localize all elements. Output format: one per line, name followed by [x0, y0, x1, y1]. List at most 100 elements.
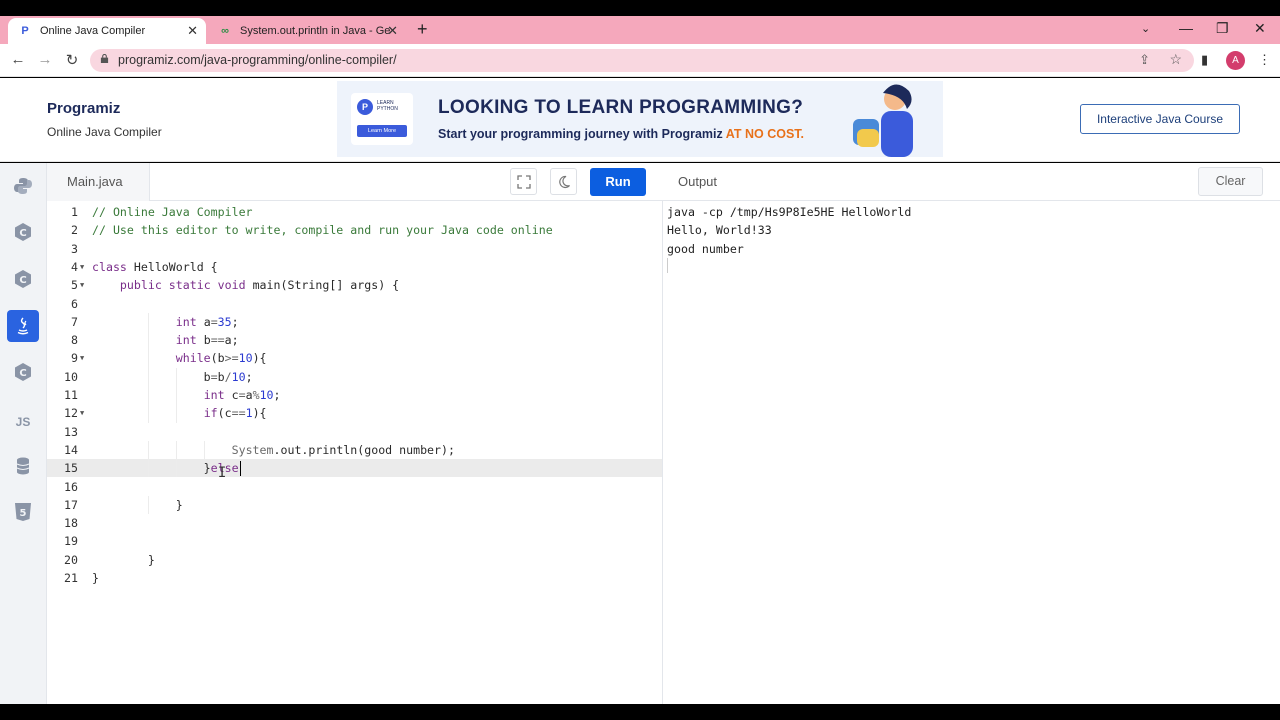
line-number: 19	[64, 534, 78, 549]
output-line: java -cp /tmp/Hs9P8Ie5HE HelloWorld	[667, 205, 912, 219]
code-line[interactable]: 3	[47, 240, 662, 258]
js-icon[interactable]: JS	[7, 406, 39, 438]
tab-title: Online Java Compiler	[40, 25, 146, 37]
code-line[interactable]: 19	[47, 532, 662, 550]
output-line: Hello, World!33	[667, 223, 772, 238]
banner-highlight: AT NO COST.	[725, 127, 805, 141]
output-line: good number	[667, 241, 744, 256]
code-line[interactable]: 15 }else	[47, 459, 662, 478]
code-line[interactable]: 1 // Online Java Compiler	[47, 203, 662, 221]
code-line[interactable]: 2 // Use this editor to write, compile an…	[47, 221, 662, 239]
code-line[interactable]: 10 b=b/10;	[47, 367, 662, 386]
fold-arrow-icon[interactable]: ▼	[80, 276, 84, 294]
new-tab-icon[interactable]: +	[417, 19, 428, 40]
csharp-icon[interactable]: C	[7, 356, 39, 388]
code-line[interactable]: 17 }	[47, 495, 662, 515]
code-text: // Online Java Compiler	[92, 205, 253, 219]
banner-card-line2: PYTHON	[377, 106, 398, 112]
menu-icon[interactable]: ⋮	[1258, 52, 1271, 68]
code-line[interactable]: 6	[47, 295, 662, 313]
share-icon[interactable]: ⇪	[1139, 52, 1150, 68]
back-icon[interactable]: ←	[9, 51, 27, 68]
output-title: Output	[678, 174, 718, 189]
code-line[interactable]: 7 int a=35;	[47, 312, 662, 332]
reload-icon[interactable]: ↻	[63, 51, 81, 69]
line-number: 4	[71, 259, 78, 274]
java-icon[interactable]	[7, 310, 39, 342]
cpp-icon[interactable]: C	[7, 263, 39, 295]
code-text: while(b>=10){	[175, 351, 267, 366]
moon-icon	[558, 175, 570, 188]
code-text: if(c==1){	[203, 406, 267, 421]
address-bar[interactable]: programiz.com/java-programming/online-co…	[90, 49, 1194, 72]
programiz-logo[interactable]: Programiz	[47, 100, 120, 117]
fold-arrow-icon[interactable]: ▼	[80, 404, 84, 422]
text-caret	[239, 461, 241, 477]
output-panel: java -cp /tmp/Hs9P8Ie5HE HelloWorld Hello…	[663, 201, 1280, 704]
avatar[interactable]: A	[1226, 51, 1245, 70]
tab-title: System.out.println in Java - Geek	[240, 25, 390, 37]
fullscreen-button[interactable]	[510, 168, 537, 195]
line-number: 14	[64, 442, 78, 457]
code-text: class HelloWorld {	[92, 259, 218, 274]
code-line[interactable]: 14 System.out.println(good number);	[47, 440, 662, 460]
code-line[interactable]: 16	[47, 478, 662, 496]
code-text: // Use this editor to write, compile and…	[92, 223, 553, 238]
forward-icon[interactable]: →	[36, 51, 54, 68]
side-panel-icon[interactable]: ▮	[1201, 52, 1208, 68]
code-line[interactable]: 12 ▼ if(c==1){	[47, 404, 662, 423]
line-number: 9	[71, 351, 78, 366]
line-number: 16	[64, 479, 78, 494]
code-line[interactable]: 21}	[47, 569, 662, 587]
code-line[interactable]: 13	[47, 423, 662, 441]
site-header: Programiz Online Java Compiler P LEARN PY…	[0, 78, 1280, 162]
code-line[interactable]: 18	[47, 514, 662, 532]
code-line[interactable]: 8 int b==a;	[47, 331, 662, 350]
minimize-icon[interactable]: —	[1179, 20, 1193, 36]
run-button[interactable]: Run	[590, 168, 646, 196]
code-line[interactable]: 20 }	[47, 551, 662, 569]
code-text: b=b/10;	[92, 369, 253, 384]
output-cursor	[667, 258, 668, 273]
browser-tab[interactable]: ∞ System.out.println in Java - Geek ✕	[208, 18, 406, 44]
python-icon[interactable]	[7, 170, 39, 202]
sql-icon[interactable]	[7, 450, 39, 482]
clear-button[interactable]: Clear	[1198, 167, 1263, 196]
code-line[interactable]: 5 ▼ public static void main(String[] args…	[47, 276, 662, 294]
output-header: Output Clear	[663, 163, 1280, 201]
ad-banner[interactable]: P LEARN PYTHON Learn More LOOKING TO LEAR…	[337, 81, 943, 157]
dark-mode-button[interactable]	[550, 168, 577, 195]
close-tab-icon[interactable]: ✕	[387, 23, 398, 39]
line-number: 18	[64, 516, 78, 531]
html5-icon[interactable]: 5	[7, 496, 39, 528]
banner-card-text: LEARN PYTHON	[377, 100, 398, 112]
fold-arrow-icon[interactable]: ▼	[80, 349, 84, 367]
learn-more-button: Learn More	[357, 125, 407, 137]
line-number: 21	[64, 571, 78, 585]
code-editor[interactable]: 1 // Online Java Compiler 2 // Use this edi…	[47, 201, 663, 704]
browser-toolbar: ← → ↻ programiz.com/java-programming/onl…	[0, 44, 1280, 77]
c-icon[interactable]: C	[7, 216, 39, 248]
compiler-workspace: C C C JS 5 Main.java Run 1 // Online Jav…	[0, 163, 1280, 704]
code-line[interactable]: 9 ▼ while(b>=10){	[47, 349, 662, 368]
interactive-course-button[interactable]: Interactive Java Course	[1080, 104, 1240, 134]
svg-text:C: C	[19, 275, 26, 286]
tab-search-icon[interactable]: ⌄	[1141, 22, 1150, 35]
geeksforgeeks-favicon-icon: ∞	[221, 25, 229, 37]
fold-arrow-icon[interactable]: ▼	[80, 258, 84, 276]
close-tab-icon[interactable]: ✕	[187, 23, 198, 39]
file-tab-main-java[interactable]: Main.java	[47, 163, 150, 201]
svg-text:C: C	[19, 228, 26, 239]
language-sidebar: C C C JS 5	[0, 163, 47, 704]
line-number: 7	[71, 314, 78, 329]
code-text: System.out.println(good number);	[231, 442, 455, 457]
line-number: 17	[64, 497, 78, 512]
maximize-icon[interactable]: ❐	[1216, 20, 1229, 37]
code-text: }else	[92, 461, 239, 476]
code-line[interactable]: 4 ▼ class HelloWorld {	[47, 258, 662, 276]
code-line[interactable]: 11 int c=a%10;	[47, 386, 662, 405]
browser-tab-active[interactable]: P Online Java Compiler ✕	[8, 18, 206, 44]
window-close-icon[interactable]: ✕	[1254, 20, 1266, 37]
code-text: int a=35;	[175, 314, 239, 329]
bookmark-star-icon[interactable]: ☆	[1169, 51, 1182, 68]
